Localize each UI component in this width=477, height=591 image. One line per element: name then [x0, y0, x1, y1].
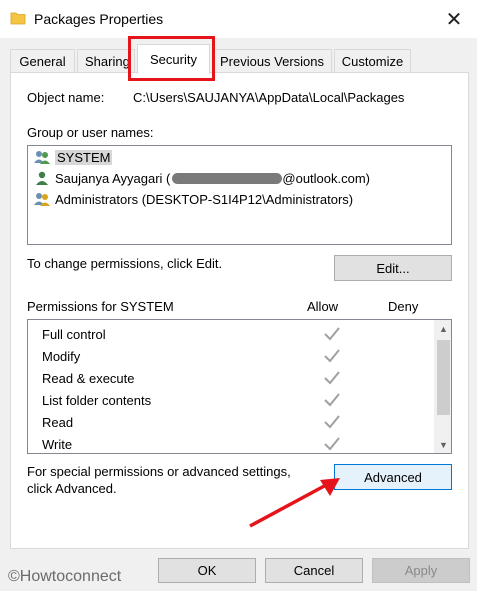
permission-row: Full control	[42, 323, 432, 345]
tab-sharing[interactable]: Sharing	[77, 49, 135, 73]
edit-button[interactable]: Edit...	[334, 255, 452, 281]
advanced-button[interactable]: Advanced	[334, 464, 452, 490]
window-title: Packages Properties	[34, 11, 164, 27]
user-name: Administrators (DESKTOP-S1I4P12\Administ…	[55, 191, 354, 207]
permission-name: Read & execute	[42, 370, 135, 386]
permission-row: List folder contents	[42, 389, 432, 411]
permission-row: Read	[42, 411, 432, 433]
checkmark-icon	[324, 349, 340, 363]
users-group-icon	[34, 151, 50, 164]
users-group-icon	[34, 193, 50, 206]
deny-column-header: Deny	[388, 299, 419, 314]
object-name-label: Object name:	[27, 90, 105, 105]
click-advanced-text: click Advanced.	[27, 481, 117, 496]
permission-row: Write	[42, 433, 432, 453]
user-email-suffix: @outlook.com)	[282, 170, 371, 186]
tab-previous-versions[interactable]: Previous Versions	[212, 49, 332, 73]
list-item-administrators[interactable]: Administrators (DESKTOP-S1I4P12\Administ…	[33, 189, 353, 209]
list-item-system[interactable]: SYSTEM	[33, 147, 113, 167]
tab-security[interactable]: Security	[137, 44, 210, 74]
apply-button[interactable]: Apply	[372, 558, 470, 583]
red-arrow-annotation-icon	[249, 478, 340, 528]
user-icon	[36, 171, 48, 185]
permission-name: Write	[42, 436, 73, 452]
tab-label: Customize	[341, 54, 404, 69]
users-listbox[interactable]: SYSTEM Saujanya Ayyagari (@outlook.com) …	[27, 145, 452, 245]
redacted-email	[172, 172, 283, 184]
tab-customize[interactable]: Customize	[334, 49, 411, 73]
object-name-value: C:\Users\SAUJANYA\AppData\Local\Packages	[133, 90, 405, 105]
checkmark-icon	[324, 415, 340, 429]
folder-icon	[10, 12, 26, 25]
tab-label: Sharing	[85, 54, 130, 69]
checkmark-icon	[324, 437, 340, 451]
tab-label: General	[19, 54, 66, 69]
tab-label: Security	[150, 52, 197, 67]
user-name: Saujanya Ayyagari (	[55, 170, 171, 186]
permission-name: Full control	[42, 326, 106, 342]
permissions-for-label: Permissions for SYSTEM	[27, 299, 174, 314]
watermark: ©Howtoconnect	[8, 568, 122, 585]
checkmark-icon	[324, 327, 340, 341]
tab-label: Previous Versions	[219, 54, 325, 69]
permission-name: Modify	[42, 348, 81, 364]
permissions-listbox[interactable]: Full control Modify Read & execute List …	[27, 319, 452, 454]
cancel-button[interactable]: Cancel	[265, 558, 363, 583]
close-button[interactable]: ✕	[431, 0, 477, 38]
permission-row: Read & execute	[42, 367, 432, 389]
permission-row: Modify	[42, 345, 432, 367]
change-permissions-text: To change permissions, click Edit.	[27, 256, 223, 271]
checkmark-icon	[324, 393, 340, 407]
permission-name: List folder contents	[42, 392, 152, 408]
permission-name: Read	[42, 414, 74, 430]
scroll-down-arrow-icon[interactable]: ▼	[435, 436, 451, 453]
scroll-up-arrow-icon[interactable]: ▲	[435, 320, 451, 337]
scroll-thumb[interactable]	[437, 340, 450, 415]
list-item-saujanya[interactable]: Saujanya Ayyagari ( @outlook.com)	[33, 168, 370, 188]
allow-column-header: Allow	[307, 299, 339, 314]
permissions-scrollbar[interactable]: ▲ ▼	[434, 320, 451, 453]
user-name: SYSTEM	[55, 149, 113, 165]
close-icon: ✕	[445, 7, 463, 31]
checkmark-icon	[324, 371, 340, 385]
title-bar[interactable]: Packages Properties ✕	[0, 0, 477, 38]
ok-button[interactable]: OK	[158, 558, 256, 583]
group-names-label: Group or user names:	[27, 125, 154, 140]
tab-general[interactable]: General	[10, 49, 75, 73]
